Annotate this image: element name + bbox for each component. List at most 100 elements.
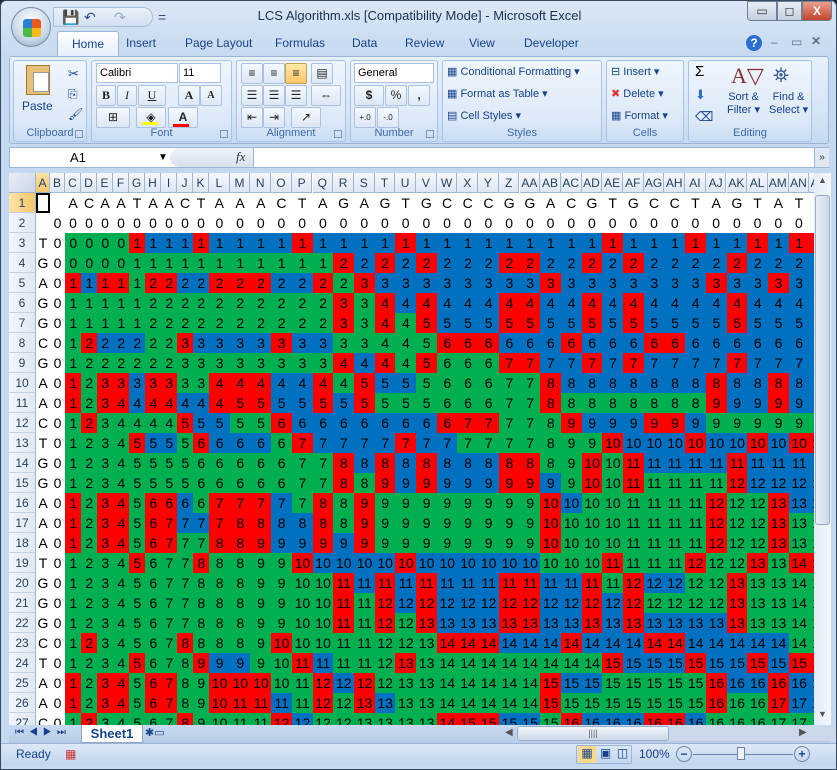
vertical-scrollbar[interactable]: ▲ ▼ bbox=[814, 173, 831, 725]
table-cell[interactable]: 6 bbox=[457, 333, 479, 353]
table-cell[interactable]: 0 bbox=[250, 213, 271, 233]
tab-developer[interactable]: Developer bbox=[510, 31, 593, 56]
table-cell[interactable]: 13 bbox=[767, 513, 790, 533]
table-cell[interactable]: 9 bbox=[229, 653, 251, 673]
table-cell[interactable]: 6 bbox=[209, 433, 231, 453]
table-cell[interactable]: 9 bbox=[457, 493, 479, 513]
table-cell[interactable]: 16 bbox=[705, 673, 727, 693]
table-cell[interactable]: 13 bbox=[767, 553, 790, 573]
table-cell[interactable]: 6 bbox=[374, 413, 396, 433]
table-cell[interactable]: 7 bbox=[250, 493, 272, 513]
table-cell[interactable]: 11 bbox=[353, 653, 376, 673]
column-header-B[interactable]: B bbox=[50, 173, 65, 193]
table-cell[interactable]: 14 bbox=[788, 633, 810, 653]
table-cell[interactable]: 8 bbox=[209, 633, 231, 653]
table-cell[interactable]: 2 bbox=[193, 293, 210, 313]
table-cell[interactable]: 8 bbox=[664, 393, 686, 413]
sequence-cell[interactable]: C bbox=[36, 413, 50, 433]
row-header-23[interactable]: 23 bbox=[9, 633, 36, 653]
table-cell[interactable]: 10 bbox=[291, 593, 313, 613]
table-cell[interactable]: 7 bbox=[229, 493, 251, 513]
table-cell[interactable]: 10 bbox=[540, 553, 562, 573]
table-cell[interactable]: 1 bbox=[685, 233, 707, 253]
table-cell[interactable]: 1 bbox=[129, 313, 146, 333]
sequence-cell[interactable]: A bbox=[36, 373, 50, 393]
table-cell[interactable]: 15 bbox=[581, 693, 603, 713]
table-cell[interactable]: 0 bbox=[193, 213, 209, 233]
comma-button[interactable]: , bbox=[408, 85, 430, 106]
table-cell[interactable]: 2 bbox=[81, 353, 98, 373]
table-cell[interactable]: 6 bbox=[623, 333, 645, 353]
table-cell[interactable]: 10 bbox=[788, 433, 810, 453]
table-cell[interactable]: 6 bbox=[193, 433, 210, 453]
table-cell[interactable]: 9 bbox=[581, 433, 603, 453]
sequence-cell[interactable]: A bbox=[113, 193, 129, 213]
table-cell[interactable]: 2 bbox=[81, 573, 98, 593]
table-cell[interactable]: 3 bbox=[705, 273, 727, 293]
table-cell[interactable]: 2 bbox=[271, 313, 293, 333]
row-header-12[interactable]: 12 bbox=[9, 413, 36, 433]
table-cell[interactable]: 13 bbox=[726, 573, 748, 593]
page-layout-view-icon[interactable]: ▣ bbox=[597, 746, 614, 760]
table-cell[interactable]: 9 bbox=[498, 533, 520, 553]
table-cell[interactable]: 11 bbox=[664, 513, 686, 533]
table-cell[interactable]: 0 bbox=[50, 233, 65, 253]
table-cell[interactable]: 9 bbox=[416, 513, 438, 533]
column-header-AG[interactable]: AG bbox=[643, 173, 665, 193]
table-cell[interactable]: 9 bbox=[250, 593, 272, 613]
table-cell[interactable]: 2 bbox=[81, 373, 98, 393]
table-cell[interactable]: 0 bbox=[313, 213, 334, 233]
table-cell[interactable]: 8 bbox=[250, 513, 272, 533]
sequence-cell[interactable]: C bbox=[437, 193, 458, 213]
table-cell[interactable]: 9 bbox=[271, 533, 293, 553]
table-cell[interactable]: 2 bbox=[478, 253, 500, 273]
table-cell[interactable]: 9 bbox=[271, 553, 293, 573]
column-header-G[interactable]: G bbox=[129, 173, 145, 193]
table-cell[interactable]: 9 bbox=[193, 713, 210, 725]
table-cell[interactable]: 9 bbox=[788, 413, 810, 433]
table-cell[interactable]: 1 bbox=[229, 253, 251, 273]
table-cell[interactable]: 6 bbox=[145, 593, 162, 613]
table-cell[interactable]: 12 bbox=[581, 593, 603, 613]
table-cell[interactable]: 14 bbox=[519, 633, 541, 653]
scroll-down-icon[interactable]: ▼ bbox=[816, 709, 829, 723]
sequence-cell[interactable]: A bbox=[706, 193, 727, 213]
table-cell[interactable]: 10 bbox=[353, 553, 376, 573]
table-cell[interactable]: 1 bbox=[209, 233, 231, 253]
table-cell[interactable]: 0 bbox=[50, 653, 65, 673]
table-cell[interactable]: 6 bbox=[193, 493, 210, 513]
row-header-19[interactable]: 19 bbox=[9, 553, 36, 573]
sequence-cell[interactable]: G bbox=[36, 453, 50, 473]
table-cell[interactable]: 2 bbox=[113, 353, 130, 373]
table-cell[interactable]: 5 bbox=[161, 433, 178, 453]
table-cell[interactable]: 12 bbox=[747, 493, 769, 513]
table-cell[interactable]: 2 bbox=[353, 253, 376, 273]
table-cell[interactable]: 6 bbox=[145, 553, 162, 573]
table-cell[interactable]: 9 bbox=[250, 533, 272, 553]
table-cell[interactable]: 8 bbox=[271, 513, 293, 533]
table-cell[interactable]: 1 bbox=[65, 533, 82, 553]
expand-formula-bar-icon[interactable]: » bbox=[814, 148, 829, 167]
table-cell[interactable]: 5 bbox=[333, 393, 355, 413]
row-header-9[interactable]: 9 bbox=[9, 353, 36, 373]
table-cell[interactable]: 5 bbox=[145, 453, 162, 473]
table-cell[interactable]: 3 bbox=[177, 373, 194, 393]
table-cell[interactable]: 4 bbox=[333, 373, 355, 393]
table-cell[interactable]: 8 bbox=[229, 633, 251, 653]
table-cell[interactable]: 13 bbox=[767, 573, 790, 593]
sort-filter-button[interactable]: Sort & Filter ▾ bbox=[727, 91, 760, 117]
format-as-table-button[interactable]: ▦ Format as Table ▾ bbox=[447, 87, 548, 100]
table-cell[interactable]: 11 bbox=[333, 613, 355, 633]
table-cell[interactable]: 2 bbox=[81, 453, 98, 473]
table-cell[interactable]: 2 bbox=[193, 273, 210, 293]
column-header-AD[interactable]: AD bbox=[581, 173, 603, 193]
table-cell[interactable]: 11 bbox=[747, 453, 769, 473]
table-cell[interactable]: 1 bbox=[177, 253, 194, 273]
align-right-button[interactable]: ☰ bbox=[285, 85, 307, 106]
table-cell[interactable]: 3 bbox=[97, 553, 114, 573]
table-cell[interactable]: 0 bbox=[499, 213, 520, 233]
table-cell[interactable]: 5 bbox=[747, 313, 769, 333]
table-cell[interactable]: 1 bbox=[726, 233, 748, 253]
table-cell[interactable]: 2 bbox=[161, 313, 178, 333]
table-cell[interactable]: 1 bbox=[65, 713, 82, 725]
